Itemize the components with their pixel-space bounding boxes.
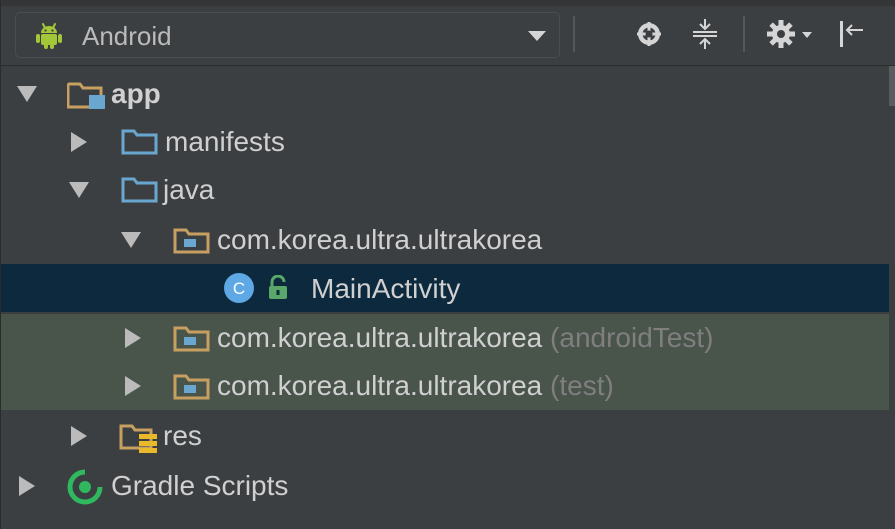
tree-node-label: java xyxy=(163,174,215,205)
expand-arrow-icon[interactable] xyxy=(125,328,141,348)
folder-icon xyxy=(121,129,158,155)
android-icon xyxy=(36,23,62,49)
expand-arrow-icon[interactable] xyxy=(121,232,141,248)
collapse-all-icon[interactable] xyxy=(691,18,719,50)
tree-node-java[interactable]: java xyxy=(1,166,895,214)
toolbar-divider xyxy=(573,16,575,52)
tree-node-package-android-test[interactable]: com.korea.ultra.ultrakorea (androidTest) xyxy=(1,314,895,362)
tree-node-gradle-scripts[interactable]: Gradle Scripts xyxy=(1,462,895,510)
chevron-down-icon xyxy=(528,31,546,41)
gradle-icon xyxy=(67,469,103,505)
class-icon: C xyxy=(224,273,254,303)
tree-node-label: Gradle Scripts xyxy=(111,470,289,501)
toolbar-top-strip xyxy=(1,0,895,6)
package-name: com.korea.ultra.ultrakorea xyxy=(217,370,543,401)
tree-node-label: res xyxy=(163,420,202,451)
source-set-suffix: (test) xyxy=(550,370,614,401)
project-tool-window: Android app manifests java com.korea.ult… xyxy=(0,0,895,529)
source-set-suffix: (androidTest) xyxy=(550,322,714,353)
expand-arrow-icon[interactable] xyxy=(125,376,141,396)
project-view-label: Android xyxy=(82,21,172,51)
tree-node-label: MainActivity xyxy=(311,273,461,304)
tree-node-package-main[interactable]: com.korea.ultra.ultrakorea xyxy=(1,216,895,264)
project-view-dropdown[interactable]: Android xyxy=(15,12,560,58)
hide-panel-icon[interactable] xyxy=(837,18,865,50)
tree-node-label: com.korea.ultra.ultrakorea (androidTest) xyxy=(217,322,713,354)
tree-node-res[interactable]: res xyxy=(1,412,895,460)
package-icon xyxy=(173,374,210,400)
tree-node-label: com.korea.ultra.ultrakorea xyxy=(217,224,543,255)
tree-node-manifests[interactable]: manifests xyxy=(1,118,895,166)
module-folder-icon xyxy=(67,82,105,109)
tree-node-app[interactable]: app xyxy=(1,70,895,118)
tree-node-package-test[interactable]: com.korea.ultra.ultrakorea (test) xyxy=(1,362,895,410)
project-toolbar: Android xyxy=(1,0,895,66)
scrollbar-thumb[interactable] xyxy=(889,66,895,106)
class-badge-text: C xyxy=(233,279,245,298)
package-icon xyxy=(173,326,210,352)
expand-arrow-icon[interactable] xyxy=(19,476,35,496)
tree-node-label: app xyxy=(111,78,161,109)
tree-node-label: manifests xyxy=(165,126,285,157)
project-tree: app manifests java com.korea.ultra.ultra… xyxy=(1,66,895,529)
package-icon xyxy=(173,228,210,254)
locate-icon[interactable] xyxy=(635,20,663,48)
expand-arrow-icon[interactable] xyxy=(71,132,87,152)
vertical-scrollbar[interactable] xyxy=(889,66,895,529)
public-lock-icon xyxy=(269,275,287,299)
package-name: com.korea.ultra.ultrakorea xyxy=(217,322,543,353)
expand-arrow-icon[interactable] xyxy=(69,182,89,198)
resources-folder-icon xyxy=(119,424,157,453)
source-folder-icon xyxy=(121,177,158,203)
expand-arrow-icon[interactable] xyxy=(71,426,87,446)
expand-arrow-icon[interactable] xyxy=(17,86,37,102)
settings-icon[interactable] xyxy=(766,18,818,50)
tree-node-label: com.korea.ultra.ultrakorea (test) xyxy=(217,370,614,402)
toolbar-divider xyxy=(743,16,745,52)
tree-node-main-activity[interactable]: C MainActivity xyxy=(1,264,895,312)
